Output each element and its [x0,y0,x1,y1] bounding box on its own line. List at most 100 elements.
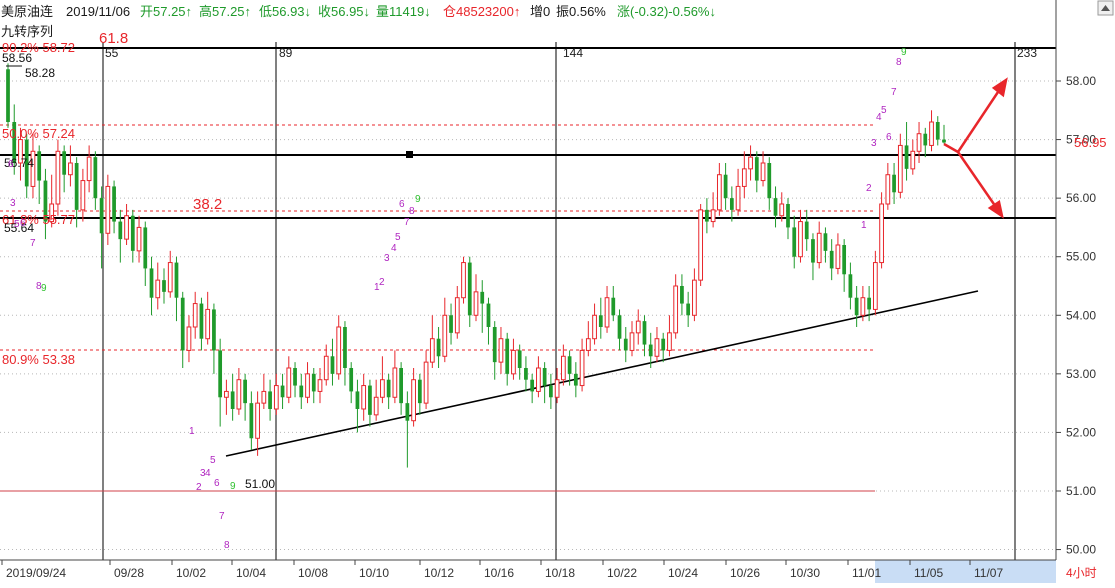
td-count: 3 [384,253,390,264]
candle-body-up [373,396,379,416]
candle-body-up [105,185,111,234]
candle-body-down [705,209,709,222]
candle-body-up [68,162,73,176]
time-axis-highlight [875,560,1056,583]
candle-body-up [897,144,903,193]
candle-body-down [436,338,441,357]
candle-body-down [112,186,116,222]
candle-body-up [286,367,292,398]
fib-time-label: 89 [279,46,293,60]
candle-body-up [305,373,310,398]
price-point-label: 51.00 [245,477,275,491]
candle-body-down [542,367,547,386]
x-tick-label: 10/04 [236,566,266,580]
price-point-label: 58.28 [25,66,55,80]
candle-body-down [299,385,304,398]
td-count: 2 [866,183,872,194]
td-count: 2 [196,482,202,493]
candle-body-down [368,385,372,415]
candle-body-down [773,198,778,216]
current-price-tag: 56.95 [1074,135,1107,150]
td-count: 9 [230,481,236,492]
candle-body-down [648,344,653,357]
candle-body-down [212,309,216,351]
candle-body-down [492,326,497,363]
candle-body-down [786,203,790,228]
candle-body-up [461,262,466,299]
candle-body-down [867,297,871,310]
candle-body-down [854,297,859,316]
candle-body-up [910,150,916,170]
volume-value: 量11419↓ [376,4,431,19]
x-tick-label: 10/12 [424,566,454,580]
candle-body-up [224,390,229,398]
candle [55,139,61,216]
candle-body-down [848,274,853,298]
candle-body-down [598,315,603,327]
candle-body-down [99,198,104,234]
candle [879,192,884,269]
y-tick-label: 56.00 [1066,191,1096,205]
candle-body-up [205,308,211,340]
candle-body-down [904,145,909,169]
candle-body-up [698,209,704,281]
candle-body-down [199,303,204,339]
candle-body-down [467,262,472,316]
candle-body-up [554,379,560,398]
td-count: 7 [404,217,410,228]
candle-body-up [560,355,566,381]
candle-body-up [473,291,479,316]
x-tick-label: 11/05 [914,566,943,580]
y-tick-label: 58.00 [1066,74,1096,88]
candle-body-up [872,262,878,310]
candle-body-up [411,379,416,422]
x-tick-label: 2019/09/24 [6,566,66,580]
td-count: 6 [886,132,892,143]
oi-change-value: 增0 [530,4,550,19]
candle-body-down [149,268,154,298]
candle-body-up [80,180,86,211]
candle-body-down [118,221,123,240]
candle-body-up [816,232,822,264]
candle-body-down [449,315,453,333]
candle-body-down [935,121,940,140]
candle-body-down [729,198,734,210]
td-count: 3 [10,198,16,209]
candle-body-up [511,349,516,375]
fib-ratio-label: 38.2 [193,196,222,213]
candle-body-down [6,69,10,122]
candle-body-up [592,314,597,340]
candle-body-down [162,280,166,292]
candle-body-up [879,203,884,264]
candle-body-down [804,221,809,240]
candle-body-up [860,297,866,316]
candle-body-down [249,403,254,439]
candle-body-up [604,297,610,328]
x-tick-label: 11/07 [974,566,1003,580]
candle-body-down [330,356,335,374]
candle-body-up [392,367,398,398]
high-value: 高57.25↑ [199,4,251,19]
candle-body-down [243,379,247,404]
x-tick-label: 10/26 [730,566,760,580]
candle-body-up [779,203,785,217]
y-tick-label: 51.00 [1066,484,1096,498]
x-tick-label: 11/01 [852,566,881,580]
candle-body-up [423,361,429,404]
td-count: 1 [861,220,867,231]
candle-body-down [811,239,815,263]
candle-body-down [505,338,510,374]
y-tick-label: 53.00 [1066,367,1096,381]
candle-body-down [74,162,79,210]
candle-body-down [829,250,834,269]
y-tick-label: 50.00 [1066,543,1096,557]
instrument-name: 美原油连 [1,4,53,19]
candle-body-up [380,379,385,398]
candle-body-down [180,297,185,351]
candle-body-down [349,367,354,392]
td-count: 6 [214,478,220,489]
td-count: 3 [871,138,877,149]
candle-body-up [798,221,803,258]
x-tick-label: 10/22 [607,566,637,580]
candle-body-down [480,291,485,304]
